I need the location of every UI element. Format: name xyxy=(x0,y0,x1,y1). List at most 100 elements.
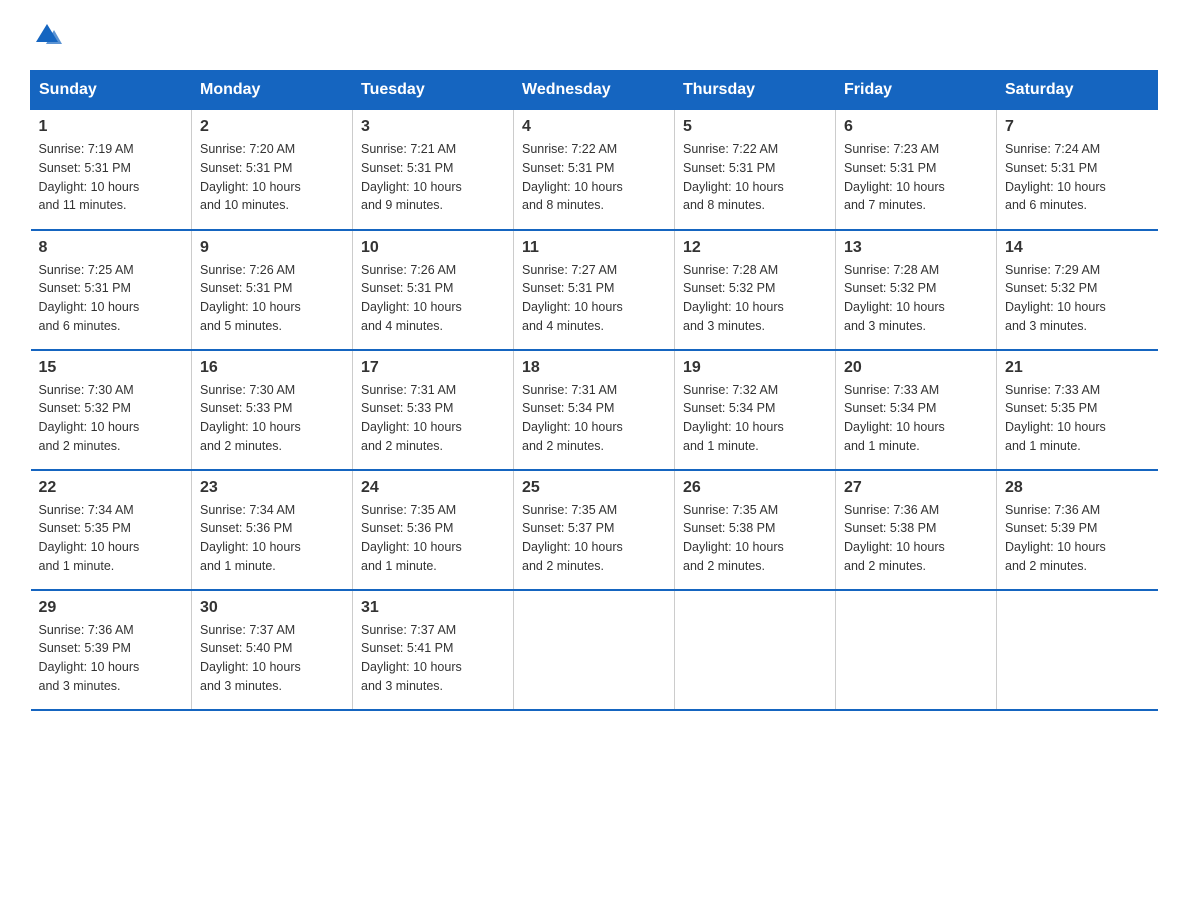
day-number: 20 xyxy=(844,359,988,377)
calendar-cell: 16 Sunrise: 7:30 AM Sunset: 5:33 PM Dayl… xyxy=(192,350,353,470)
calendar-header-row: SundayMondayTuesdayWednesdayThursdayFrid… xyxy=(31,71,1158,110)
day-number: 24 xyxy=(361,479,505,497)
day-info: Sunrise: 7:27 AM Sunset: 5:31 PM Dayligh… xyxy=(522,261,666,336)
calendar-cell: 5 Sunrise: 7:22 AM Sunset: 5:31 PM Dayli… xyxy=(675,110,836,230)
day-number: 18 xyxy=(522,359,666,377)
day-number: 23 xyxy=(200,479,344,497)
calendar-cell: 29 Sunrise: 7:36 AM Sunset: 5:39 PM Dayl… xyxy=(31,590,192,710)
day-info: Sunrise: 7:32 AM Sunset: 5:34 PM Dayligh… xyxy=(683,381,827,456)
day-number: 28 xyxy=(1005,479,1150,497)
day-info: Sunrise: 7:36 AM Sunset: 5:39 PM Dayligh… xyxy=(1005,501,1150,576)
day-info: Sunrise: 7:30 AM Sunset: 5:32 PM Dayligh… xyxy=(39,381,184,456)
calendar-cell: 15 Sunrise: 7:30 AM Sunset: 5:32 PM Dayl… xyxy=(31,350,192,470)
calendar-cell xyxy=(997,590,1158,710)
day-info: Sunrise: 7:34 AM Sunset: 5:35 PM Dayligh… xyxy=(39,501,184,576)
day-number: 15 xyxy=(39,359,184,377)
day-info: Sunrise: 7:19 AM Sunset: 5:31 PM Dayligh… xyxy=(39,140,184,215)
calendar-cell: 4 Sunrise: 7:22 AM Sunset: 5:31 PM Dayli… xyxy=(514,110,675,230)
calendar-cell: 17 Sunrise: 7:31 AM Sunset: 5:33 PM Dayl… xyxy=(353,350,514,470)
day-number: 21 xyxy=(1005,359,1150,377)
calendar-week-row: 1 Sunrise: 7:19 AM Sunset: 5:31 PM Dayli… xyxy=(31,110,1158,230)
day-number: 10 xyxy=(361,239,505,257)
day-info: Sunrise: 7:31 AM Sunset: 5:34 PM Dayligh… xyxy=(522,381,666,456)
calendar-cell xyxy=(675,590,836,710)
day-header-friday: Friday xyxy=(836,71,997,110)
day-info: Sunrise: 7:20 AM Sunset: 5:31 PM Dayligh… xyxy=(200,140,344,215)
calendar-cell: 21 Sunrise: 7:33 AM Sunset: 5:35 PM Dayl… xyxy=(997,350,1158,470)
day-number: 1 xyxy=(39,118,184,136)
day-info: Sunrise: 7:26 AM Sunset: 5:31 PM Dayligh… xyxy=(361,261,505,336)
calendar-week-row: 29 Sunrise: 7:36 AM Sunset: 5:39 PM Dayl… xyxy=(31,590,1158,710)
day-info: Sunrise: 7:22 AM Sunset: 5:31 PM Dayligh… xyxy=(683,140,827,215)
day-number: 9 xyxy=(200,239,344,257)
day-info: Sunrise: 7:29 AM Sunset: 5:32 PM Dayligh… xyxy=(1005,261,1150,336)
day-info: Sunrise: 7:23 AM Sunset: 5:31 PM Dayligh… xyxy=(844,140,988,215)
day-number: 12 xyxy=(683,239,827,257)
day-info: Sunrise: 7:26 AM Sunset: 5:31 PM Dayligh… xyxy=(200,261,344,336)
calendar-cell: 11 Sunrise: 7:27 AM Sunset: 5:31 PM Dayl… xyxy=(514,230,675,350)
day-header-wednesday: Wednesday xyxy=(514,71,675,110)
day-info: Sunrise: 7:37 AM Sunset: 5:41 PM Dayligh… xyxy=(361,621,505,696)
day-number: 27 xyxy=(844,479,988,497)
day-number: 4 xyxy=(522,118,666,136)
calendar-table: SundayMondayTuesdayWednesdayThursdayFrid… xyxy=(30,70,1158,711)
day-number: 5 xyxy=(683,118,827,136)
day-info: Sunrise: 7:25 AM Sunset: 5:31 PM Dayligh… xyxy=(39,261,184,336)
day-number: 25 xyxy=(522,479,666,497)
day-info: Sunrise: 7:34 AM Sunset: 5:36 PM Dayligh… xyxy=(200,501,344,576)
day-info: Sunrise: 7:30 AM Sunset: 5:33 PM Dayligh… xyxy=(200,381,344,456)
day-number: 8 xyxy=(39,239,184,257)
calendar-cell: 19 Sunrise: 7:32 AM Sunset: 5:34 PM Dayl… xyxy=(675,350,836,470)
calendar-cell: 12 Sunrise: 7:28 AM Sunset: 5:32 PM Dayl… xyxy=(675,230,836,350)
calendar-cell: 22 Sunrise: 7:34 AM Sunset: 5:35 PM Dayl… xyxy=(31,470,192,590)
day-number: 13 xyxy=(844,239,988,257)
day-number: 30 xyxy=(200,599,344,617)
calendar-cell: 18 Sunrise: 7:31 AM Sunset: 5:34 PM Dayl… xyxy=(514,350,675,470)
calendar-cell: 28 Sunrise: 7:36 AM Sunset: 5:39 PM Dayl… xyxy=(997,470,1158,590)
calendar-cell: 31 Sunrise: 7:37 AM Sunset: 5:41 PM Dayl… xyxy=(353,590,514,710)
day-number: 26 xyxy=(683,479,827,497)
day-info: Sunrise: 7:31 AM Sunset: 5:33 PM Dayligh… xyxy=(361,381,505,456)
calendar-cell: 30 Sunrise: 7:37 AM Sunset: 5:40 PM Dayl… xyxy=(192,590,353,710)
calendar-week-row: 22 Sunrise: 7:34 AM Sunset: 5:35 PM Dayl… xyxy=(31,470,1158,590)
day-info: Sunrise: 7:28 AM Sunset: 5:32 PM Dayligh… xyxy=(844,261,988,336)
day-info: Sunrise: 7:33 AM Sunset: 5:35 PM Dayligh… xyxy=(1005,381,1150,456)
calendar-cell: 25 Sunrise: 7:35 AM Sunset: 5:37 PM Dayl… xyxy=(514,470,675,590)
calendar-cell: 7 Sunrise: 7:24 AM Sunset: 5:31 PM Dayli… xyxy=(997,110,1158,230)
calendar-cell: 26 Sunrise: 7:35 AM Sunset: 5:38 PM Dayl… xyxy=(675,470,836,590)
calendar-cell xyxy=(514,590,675,710)
day-number: 16 xyxy=(200,359,344,377)
logo-icon xyxy=(32,20,62,50)
day-info: Sunrise: 7:35 AM Sunset: 5:36 PM Dayligh… xyxy=(361,501,505,576)
day-number: 2 xyxy=(200,118,344,136)
day-number: 22 xyxy=(39,479,184,497)
calendar-cell: 13 Sunrise: 7:28 AM Sunset: 5:32 PM Dayl… xyxy=(836,230,997,350)
calendar-cell: 14 Sunrise: 7:29 AM Sunset: 5:32 PM Dayl… xyxy=(997,230,1158,350)
day-number: 29 xyxy=(39,599,184,617)
logo xyxy=(30,20,64,50)
calendar-cell: 2 Sunrise: 7:20 AM Sunset: 5:31 PM Dayli… xyxy=(192,110,353,230)
calendar-cell: 20 Sunrise: 7:33 AM Sunset: 5:34 PM Dayl… xyxy=(836,350,997,470)
day-info: Sunrise: 7:33 AM Sunset: 5:34 PM Dayligh… xyxy=(844,381,988,456)
calendar-cell: 9 Sunrise: 7:26 AM Sunset: 5:31 PM Dayli… xyxy=(192,230,353,350)
calendar-cell: 1 Sunrise: 7:19 AM Sunset: 5:31 PM Dayli… xyxy=(31,110,192,230)
day-number: 11 xyxy=(522,239,666,257)
calendar-cell: 10 Sunrise: 7:26 AM Sunset: 5:31 PM Dayl… xyxy=(353,230,514,350)
day-info: Sunrise: 7:21 AM Sunset: 5:31 PM Dayligh… xyxy=(361,140,505,215)
day-info: Sunrise: 7:37 AM Sunset: 5:40 PM Dayligh… xyxy=(200,621,344,696)
page-header xyxy=(30,20,1158,50)
day-header-tuesday: Tuesday xyxy=(353,71,514,110)
calendar-week-row: 15 Sunrise: 7:30 AM Sunset: 5:32 PM Dayl… xyxy=(31,350,1158,470)
day-header-saturday: Saturday xyxy=(997,71,1158,110)
calendar-cell: 6 Sunrise: 7:23 AM Sunset: 5:31 PM Dayli… xyxy=(836,110,997,230)
calendar-cell: 27 Sunrise: 7:36 AM Sunset: 5:38 PM Dayl… xyxy=(836,470,997,590)
day-header-sunday: Sunday xyxy=(31,71,192,110)
day-header-monday: Monday xyxy=(192,71,353,110)
day-number: 31 xyxy=(361,599,505,617)
calendar-week-row: 8 Sunrise: 7:25 AM Sunset: 5:31 PM Dayli… xyxy=(31,230,1158,350)
day-number: 14 xyxy=(1005,239,1150,257)
day-number: 3 xyxy=(361,118,505,136)
day-number: 17 xyxy=(361,359,505,377)
day-info: Sunrise: 7:22 AM Sunset: 5:31 PM Dayligh… xyxy=(522,140,666,215)
day-number: 6 xyxy=(844,118,988,136)
